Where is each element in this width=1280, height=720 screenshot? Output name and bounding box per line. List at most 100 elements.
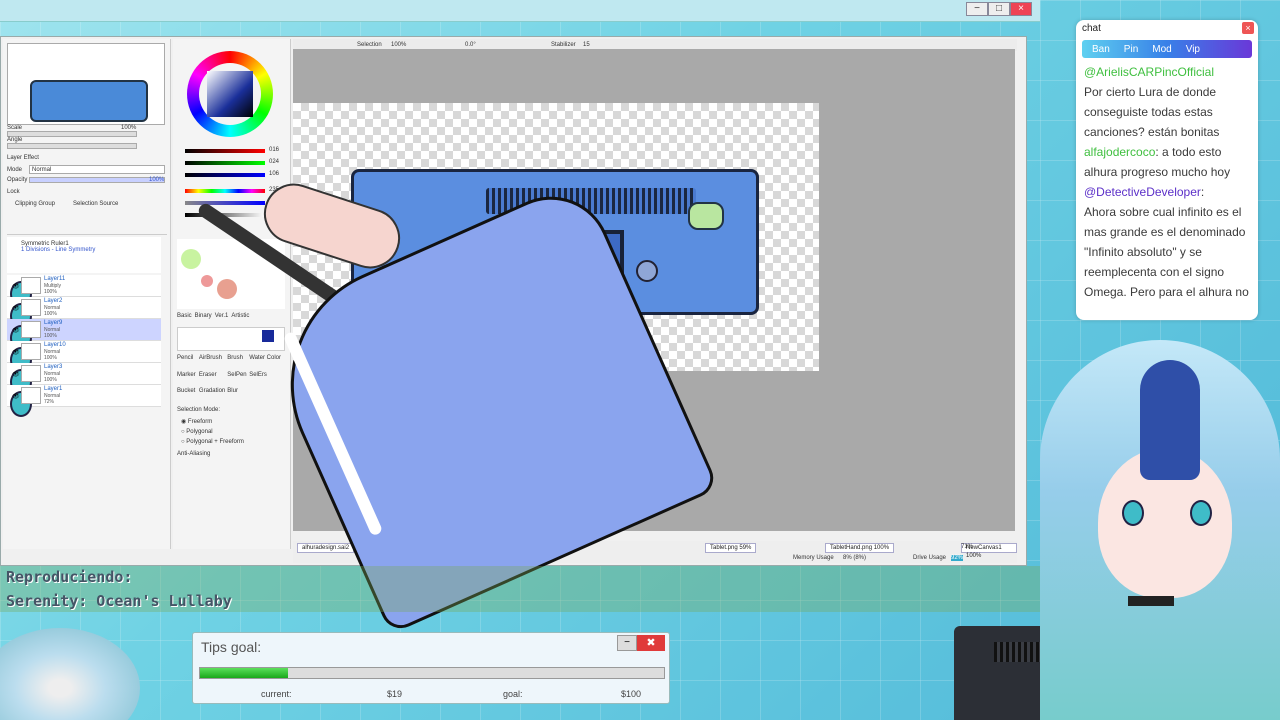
mode-label: Mode <box>7 167 23 173</box>
chat-close-icon[interactable]: × <box>1242 22 1254 34</box>
tips-current-label: current: <box>261 689 292 699</box>
maximize-button[interactable]: □ <box>988 2 1010 16</box>
layer-thumbnail <box>21 387 41 404</box>
blue-value: 106 <box>269 171 280 177</box>
layer-opacity: 100% <box>44 333 57 339</box>
green-value: 024 <box>269 159 280 165</box>
layer-thumbnail <box>21 321 41 338</box>
brush-tool[interactable]: Water Color <box>249 355 281 370</box>
saturation-slider[interactable] <box>185 201 265 205</box>
canvas-tab[interactable]: alhuradesign.sai2 <box>297 543 355 553</box>
tips-goal-value: $100 <box>621 689 642 699</box>
stabilizer-value[interactable]: 15 <box>583 42 590 48</box>
brush-tool[interactable]: AirBrush <box>199 355 225 370</box>
selection-mode-radio[interactable]: ○ Polygonal <box>181 427 244 437</box>
canvas-tab-zoom: 71% <box>961 544 974 550</box>
close-button[interactable]: × <box>1010 2 1032 16</box>
brush-tool[interactable]: Marker <box>177 372 197 387</box>
selection-menu[interactable]: Selection <box>357 42 382 48</box>
mode-select[interactable]: Normal <box>29 165 165 174</box>
color-wheel[interactable] <box>187 51 273 137</box>
brush-tool-grid: Pencil AirBrush Brush Water Color Marker Eras… <box>177 355 281 403</box>
now-playing-label: Reproduciendo: <box>6 568 133 586</box>
hue-slider[interactable] <box>185 189 265 193</box>
brush-tool[interactable]: Gradation <box>199 388 225 403</box>
layer-row[interactable]: 👁 Layer11 Multiply 100% <box>7 275 161 307</box>
opacity-slider[interactable] <box>29 177 165 183</box>
brush-tool[interactable]: SelErs <box>249 372 281 387</box>
scale-slider[interactable] <box>7 131 137 137</box>
selection-mode-radio[interactable]: ◉ Freeform <box>181 417 244 427</box>
brush-tool[interactable]: Bucket <box>177 388 197 403</box>
angle-slider[interactable] <box>7 143 137 149</box>
layer-row[interactable]: 👁 Layer1 Normal 72% <box>7 385 161 417</box>
brush-tool[interactable]: Blur <box>227 388 247 403</box>
avatar-bangs <box>1140 360 1200 480</box>
clipping-group-checkbox[interactable]: Clipping Group <box>15 201 55 207</box>
chat-message: Ahora sobre cual infinito es el mas gran… <box>1084 202 1250 302</box>
layer-name: Layer1 <box>44 386 63 392</box>
minimize-button[interactable]: − <box>966 2 988 16</box>
canvas-tab[interactable]: TabletHand.png 100% <box>825 543 895 553</box>
layer-effect-label: Layer Effect <box>7 155 39 161</box>
avatar-collar <box>1128 596 1174 606</box>
chat-window: chat × Ban Pin Mod Vip @ArielisCARPincOffic… <box>1076 20 1258 320</box>
tips-title: Tips goal: <box>201 639 262 655</box>
tool-tab[interactable]: Artistic <box>231 313 249 323</box>
layer-name: Layer11 <box>44 276 66 282</box>
tips-progress-fill <box>200 668 289 678</box>
anti-aliasing-checkbox[interactable]: Anti-Aliasing <box>177 451 210 457</box>
navigator-preview <box>7 43 165 125</box>
tool-tab[interactable]: Ver.1 <box>215 313 229 323</box>
stabilizer-label: Stabilizer <box>551 42 576 48</box>
layer-opacity: 100% <box>44 355 57 361</box>
tips-current-value: $19 <box>387 689 403 699</box>
red-slider[interactable] <box>185 149 265 153</box>
brush-tool[interactable]: Pencil <box>177 355 197 370</box>
tips-minimize-button[interactable]: − <box>617 635 637 651</box>
chat-username[interactable]: @ArielisCARPincOfficial <box>1084 65 1214 79</box>
layer-thumbnail <box>21 365 41 382</box>
tool-tab[interactable]: Basic <box>177 313 192 323</box>
background-window-titlebar: − □ × <box>0 0 1040 22</box>
rotation-field[interactable]: 0.0° <box>465 42 476 48</box>
opacity-label: Opacity <box>7 177 28 183</box>
brush-tool[interactable]: Eraser <box>199 372 225 387</box>
selection-mode-label: Selection Mode: <box>177 407 221 413</box>
selection-mode-radio[interactable]: ○ Polygonal + Freeform <box>181 437 244 447</box>
opacity-value: 100% <box>149 177 165 183</box>
avatar-eye-right <box>1190 500 1212 526</box>
ruler-subtitle: 1 Divisions - Line Symmetry <box>21 247 96 253</box>
selection-source-checkbox[interactable]: Selection Source <box>73 201 118 207</box>
tool-tabs: Basic Binary Ver.1 Artistic <box>177 313 285 323</box>
color-tool-panel: 016 024 106 235 085 041 BasicBinaryVer.1… <box>173 39 291 549</box>
layer-row[interactable]: 👁 Layer10 Normal 100% <box>7 341 161 373</box>
chat-vip-button[interactable]: Vip <box>1186 44 1200 55</box>
chat-username[interactable]: alfajodercoco <box>1084 145 1155 159</box>
layer-name: Layer9 <box>44 320 63 326</box>
chat-ban-button[interactable]: Ban <box>1092 44 1110 55</box>
drive-usage-label: Drive Usage <box>913 555 947 561</box>
chat-text: Ahora sobre cual infinito es el mas gran… <box>1084 205 1249 299</box>
foreground-color-swatch[interactable] <box>262 330 274 342</box>
tips-progress-bar <box>199 667 665 679</box>
layer-row[interactable]: 👁 Layer3 Normal 100% <box>7 363 161 395</box>
blue-slider[interactable] <box>185 173 265 177</box>
chat-username[interactable]: @DetectiveDeveloper <box>1084 185 1201 199</box>
brush-tool[interactable]: SelPen <box>227 372 247 387</box>
chat-pin-button[interactable]: Pin <box>1124 44 1138 55</box>
layer-toolbar <box>7 215 167 235</box>
layer-row[interactable]: 👁 Layer2 Normal 100% <box>7 297 161 329</box>
canvas-tab[interactable]: Tablet.png 59% <box>705 543 757 553</box>
green-slider[interactable] <box>185 161 265 165</box>
tips-close-button[interactable]: ✖ <box>637 635 665 651</box>
ruler-item[interactable]: Symmetric Ruler1 1 Divisions - Line Symm… <box>7 237 161 273</box>
brush-tool[interactable]: Brush <box>227 355 247 370</box>
tool-tab[interactable]: Binary <box>195 313 212 323</box>
chat-mod-button[interactable]: Mod <box>1152 44 1171 55</box>
chat-title: chat <box>1082 23 1101 34</box>
layer-row[interactable]: 👁 Layer9 Normal 100% <box>7 319 161 351</box>
chat-text: Por cierto Lura de donde conseguiste tod… <box>1084 85 1220 139</box>
zoom-field[interactable]: 100% <box>391 42 406 48</box>
red-value: 016 <box>269 147 280 153</box>
